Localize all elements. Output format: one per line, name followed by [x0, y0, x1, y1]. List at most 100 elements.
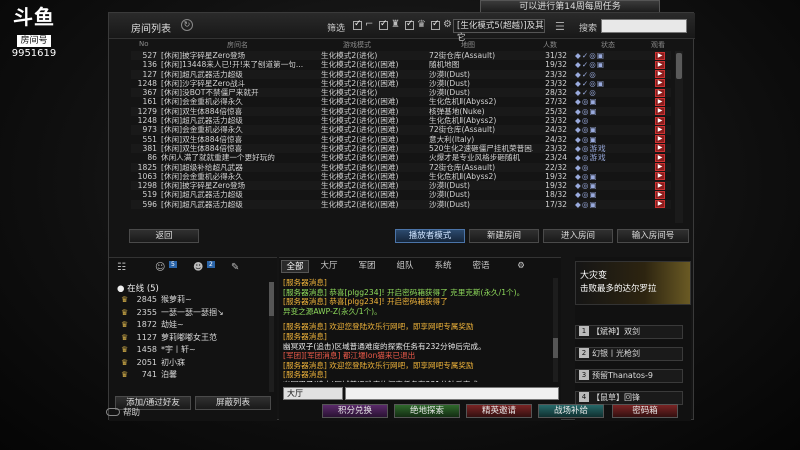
table-row[interactable]: 973 [休闲]会金重机必得永久 生化模式2(进化)(困难) 72街仓库(Assaul… [131, 125, 671, 134]
filter-checkbox-pistol[interactable] [353, 19, 362, 30]
menu-icon[interactable]: ☰ [555, 20, 565, 33]
friends-scrollbar[interactable] [269, 282, 274, 392]
friend-item[interactable]: ♛ 1872 劫娃~ [121, 319, 184, 330]
header-no[interactable]: No [139, 40, 149, 48]
table-row[interactable]: 551 [休闲]双生体884倍惊喜 生化模式2(进化)(困难) 意大利(Italy) 2… [131, 135, 671, 144]
header-status[interactable]: 状态 [601, 40, 615, 50]
table-row[interactable]: 1298 [休闲]披字碎星Zero登场 生化模式2(进化)(困难) 沙漠Ⅰ(Dust)… [131, 181, 671, 190]
chat-tab-team[interactable]: 组队 [391, 260, 419, 273]
table-row[interactable]: 127 [休闲]超凡武器活力超级 生化模式2(进化)(困难) 沙漠Ⅰ(Dust) 23/… [131, 70, 671, 79]
points-exchange-button[interactable]: 积分兑换 [322, 404, 388, 418]
watch-play-icon[interactable]: ▶ [655, 172, 665, 181]
back-button[interactable]: 返回 [129, 229, 199, 243]
friend-name: 劫娃~ [161, 320, 184, 329]
chat-tab-whisper[interactable]: 密语 [467, 260, 495, 273]
elite-invite-button[interactable]: 精英邀请 [466, 404, 532, 418]
room-count-cell: 19/32 [545, 171, 567, 181]
chat-scroll-thumb[interactable] [553, 338, 558, 358]
header-map[interactable]: 地图 [461, 40, 475, 50]
list-icon[interactable]: ☷ [117, 262, 126, 273]
chat-channel-select[interactable]: 大厅 [283, 387, 343, 400]
exploration-button[interactable]: 绝地探索 [394, 404, 460, 418]
search-input[interactable] [601, 19, 687, 33]
rank-icon: ♛ [121, 345, 129, 354]
header-name[interactable]: 房间名 [227, 40, 248, 50]
observer-mode-button[interactable]: 播放者模式 [395, 229, 465, 243]
friend-name: 初小寐 [161, 357, 185, 367]
supply-button[interactable]: 战场补给 [538, 404, 604, 418]
header-count[interactable]: 人数 [543, 40, 557, 50]
room-count-cell: 24/32 [545, 125, 567, 135]
friend-item[interactable]: ♛ 1127 萝莉嘟嘟女王范 [121, 332, 217, 343]
table-row[interactable]: 1825 [休闲]超级补给超凡武器 生化模式2(进化)(困难) 72街仓库(Assau… [131, 163, 671, 172]
friend-item[interactable]: ♛ 2051 初小寐 [121, 357, 185, 368]
help-toggle[interactable]: 帮助 [106, 406, 140, 418]
table-row[interactable]: 519 [休闲]超凡武器活力超级 生化模式2(进化)(困难) 沙漠Ⅰ(Dust) 18/… [131, 190, 671, 199]
filter-checkbox-gear[interactable] [431, 19, 440, 30]
watch-play-icon[interactable]: ▶ [655, 97, 665, 106]
friends-icon[interactable]: ☺ [155, 262, 165, 273]
watch-play-icon[interactable]: ▶ [655, 107, 665, 116]
table-row[interactable]: 527 [休闲]披字碎星Zero登场 生化模式2(进化) 72街仓库(Assault)… [131, 51, 671, 60]
chat-tab-system[interactable]: 系统 [429, 260, 457, 273]
watch-play-icon[interactable]: ▶ [655, 190, 665, 199]
scrollbar-thumb[interactable] [676, 53, 682, 79]
friend-item[interactable]: ♛ 2355 一瑟一瑟一瑟掴↘ [121, 307, 224, 318]
room-scrollbar[interactable] [675, 51, 683, 223]
chat-tab-lobby[interactable]: 大厅 [315, 260, 343, 273]
watch-play-icon[interactable]: ▶ [655, 70, 665, 79]
catastrophe-banner[interactable]: 大灾变 击败最多的达尔罗拉 [575, 261, 691, 305]
table-row[interactable]: 161 [休闲]会金重机必得永久 生化模式2(进化)(困难) 生化危机Ⅱ(Abyss2… [131, 97, 671, 106]
room-number-button[interactable]: 输入房间号 [617, 229, 689, 243]
watch-play-icon[interactable]: ▶ [655, 60, 665, 69]
watch-play-icon[interactable]: ▶ [655, 153, 665, 162]
filter-checkbox-crown[interactable] [405, 19, 414, 30]
group-icon[interactable]: ☻ [193, 262, 203, 273]
table-row[interactable]: 367 [休闲]没BOT不禁僵尸来就开 生化模式2(进化) 沙漠Ⅰ(Dust) 28/3… [131, 88, 671, 97]
chat-tab-legion[interactable]: 军团 [353, 260, 381, 273]
table-row[interactable]: 1063 [休闲]会金重机必得永久 生化模式2(进化)(困难) 生化危机Ⅱ(Abyss… [131, 172, 671, 181]
table-row[interactable]: 381 [休闲]双生体884倍惊喜 生化模式2(进化)(困难) 520生化2速砸僵尸挂… [131, 144, 671, 153]
chat-settings-icon[interactable]: ⚙ [511, 260, 531, 273]
refresh-icon[interactable]: ↻ [181, 19, 193, 31]
ranking-item[interactable]: 3 预留Thanatos-9 [575, 369, 683, 383]
friend-item[interactable]: ♛ 2845 猴萝莉~ [121, 294, 192, 305]
enter-room-button[interactable]: 进入房间 [543, 229, 613, 243]
room-number-cell: 1279 [137, 106, 157, 116]
table-row[interactable]: 1279 [休闲]双生体884倍惊喜 生化模式2(进化)(困难) 核弹基地(Nuke)… [131, 107, 671, 116]
watch-play-icon[interactable]: ▶ [655, 51, 665, 60]
header-mode[interactable]: 游戏模式 [343, 40, 371, 50]
ranking-item[interactable]: 2 幻银丨光枪剑 [575, 347, 683, 361]
watch-play-icon[interactable]: ▶ [655, 181, 665, 190]
table-row[interactable]: 136 [休闲]13448来人已!开!来了刨道第一句... 生化模式2(进化)(困难… [131, 60, 671, 69]
watch-play-icon[interactable]: ▶ [655, 144, 665, 153]
table-row[interactable]: 86 休闲人满了就就重建一个更好玩的 生化模式2(进化)(困难) 火爆才是专业风格步砸… [131, 153, 671, 162]
watch-play-icon[interactable]: ▶ [655, 163, 665, 172]
filter-checkbox-bag[interactable] [379, 19, 388, 30]
room-mode-cell: 生化模式2(进化)(困难) [321, 116, 399, 126]
table-row[interactable]: 1248 [休闲]沙字碎星Zero战斗 生化模式2(进化)(困难) 沙漠Ⅰ(Dust)… [131, 79, 671, 88]
create-room-button[interactable]: 新建房间 [469, 229, 539, 243]
watch-play-icon[interactable]: ▶ [655, 79, 665, 88]
ranking-item[interactable]: 1 【斌神】双剑 [575, 325, 683, 339]
online-header[interactable]: ● 在线 (5) [117, 282, 159, 294]
mode-select[interactable]: [生化模式5(超越)]及其它 [453, 19, 545, 43]
watch-play-icon[interactable]: ▶ [655, 88, 665, 97]
password-box-button[interactable]: 密码箱 [612, 404, 678, 418]
watch-play-icon[interactable]: ▶ [655, 135, 665, 144]
room-count-cell: 23/32 [545, 69, 567, 79]
friend-item[interactable]: ♛ 741 泊馨 [121, 369, 177, 380]
chat-message: [服务器消息] 欢迎您登陆欢乐行网吧，即享网吧专属奖励 [283, 360, 474, 370]
watch-play-icon[interactable]: ▶ [655, 116, 665, 125]
friends-scroll-thumb[interactable] [269, 282, 274, 316]
header-watch[interactable]: 观看 [651, 40, 665, 50]
chat-input[interactable] [345, 387, 559, 400]
table-row[interactable]: 596 [休闲]超凡武器活力超级 生化模式2(进化)(困难) 沙漠Ⅰ(Dust) 17/… [131, 200, 671, 209]
watch-play-icon[interactable]: ▶ [655, 125, 665, 134]
table-row[interactable]: 1248 [休闲]超凡武器活力超级 生化模式2(进化)(困难) 生化危机Ⅱ(Abyss… [131, 116, 671, 125]
friend-item[interactable]: ♛ 1458 *宇丨轩~ [121, 344, 196, 355]
chat-tab-all[interactable]: 全部 [281, 260, 309, 273]
watch-play-icon[interactable]: ▶ [655, 200, 665, 209]
edit-icon[interactable]: ✎ [231, 262, 239, 273]
chat-scrollbar[interactable] [553, 278, 558, 382]
